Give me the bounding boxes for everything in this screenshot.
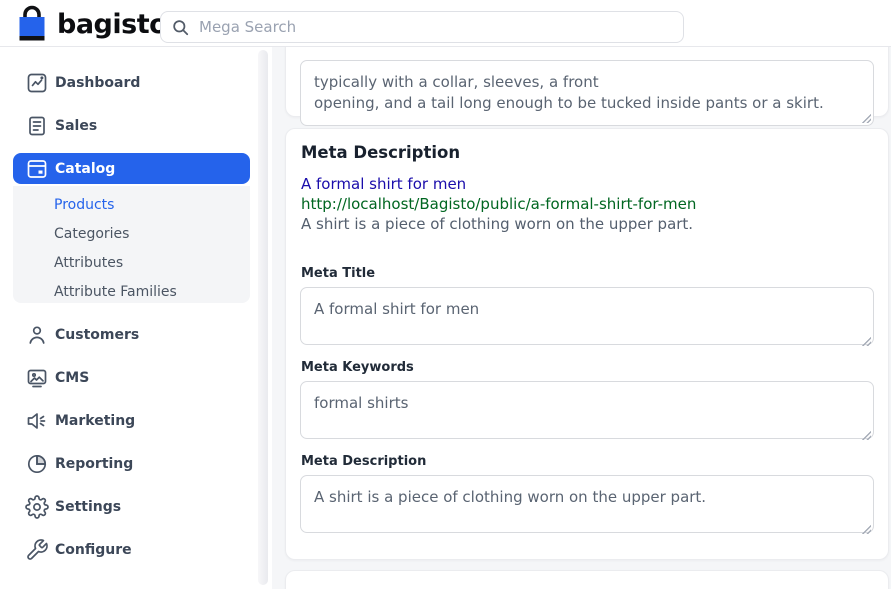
sidebar-item-label: Settings bbox=[55, 499, 121, 515]
sidebar-subitem-products[interactable]: Products bbox=[13, 191, 250, 220]
description-clipped-line: typically with a collar, sleeves, a fron… bbox=[314, 72, 860, 93]
sidebar-item-label: Reporting bbox=[55, 456, 133, 472]
top-header: bagisto bbox=[0, 0, 891, 47]
configure-wrench-icon bbox=[25, 538, 49, 562]
seo-preview-link: A formal shirt for men bbox=[301, 175, 466, 193]
sidebar-item-label: Sales bbox=[55, 118, 97, 134]
meta-keywords-input[interactable]: formal shirts bbox=[300, 381, 874, 439]
seo-preview-description: A shirt is a piece of clothing worn on t… bbox=[301, 215, 693, 233]
sidebar-scrollbar-thumb[interactable] bbox=[258, 50, 268, 585]
marketing-megaphone-icon bbox=[25, 409, 49, 433]
sidebar-item-catalog[interactable]: Catalog bbox=[13, 153, 250, 184]
sidebar-item-cms[interactable]: CMS bbox=[13, 362, 250, 393]
catalog-icon bbox=[25, 157, 49, 181]
product-edit-content: typically with a collar, sleeves, a fron… bbox=[272, 47, 891, 589]
card-title: Meta Description bbox=[301, 143, 460, 162]
bagisto-admin-window: bagisto Dashboard bbox=[0, 0, 891, 589]
sidebar-item-label: Dashboard bbox=[55, 75, 140, 91]
sidebar-item-reporting[interactable]: Reporting bbox=[13, 448, 250, 479]
meta-description-input[interactable]: A shirt is a piece of clothing worn on t… bbox=[300, 475, 874, 533]
meta-title-input[interactable]: A formal shirt for men bbox=[300, 287, 874, 345]
sidebar-subitem-categories[interactable]: Categories bbox=[13, 220, 250, 249]
search-input[interactable] bbox=[199, 18, 673, 36]
cms-icon bbox=[25, 366, 49, 390]
sidebar-nav: Dashboard Sales Catalog Produc bbox=[0, 47, 272, 589]
sidebar-item-sales[interactable]: Sales bbox=[13, 110, 250, 141]
bagisto-logo[interactable]: bagisto bbox=[14, 5, 167, 43]
meta-keywords-label: Meta Keywords bbox=[301, 360, 414, 375]
product-description-textarea[interactable]: typically with a collar, sleeves, a fron… bbox=[300, 60, 874, 126]
mega-search-box bbox=[160, 11, 684, 43]
sidebar-item-customers[interactable]: Customers bbox=[13, 319, 250, 350]
description-visible-line: opening, and a tail long enough to be tu… bbox=[314, 93, 860, 114]
catalog-submenu: Products Categories Attributes Attribute… bbox=[13, 186, 250, 303]
sidebar-item-label: Catalog bbox=[55, 161, 115, 177]
sidebar-item-settings[interactable]: Settings bbox=[13, 491, 250, 522]
dashboard-icon bbox=[25, 71, 49, 95]
sidebar-item-label: CMS bbox=[55, 370, 89, 386]
sidebar-item-marketing[interactable]: Marketing bbox=[13, 405, 250, 436]
meta-title-label: Meta Title bbox=[301, 266, 375, 281]
settings-gear-icon bbox=[25, 495, 49, 519]
next-section-card bbox=[285, 570, 889, 589]
reporting-pie-chart-icon bbox=[25, 452, 49, 476]
customers-icon bbox=[25, 323, 49, 347]
sidebar-subitem-attributes[interactable]: Attributes bbox=[13, 249, 250, 278]
seo-preview-url: http://localhost/Bagisto/public/a-formal… bbox=[301, 195, 696, 213]
logo-wordmark: bagisto bbox=[57, 9, 167, 40]
sidebar-item-label: Marketing bbox=[55, 413, 135, 429]
search-icon bbox=[171, 18, 190, 37]
sidebar-item-label: Customers bbox=[55, 327, 139, 343]
sidebar-subitem-attribute-families[interactable]: Attribute Families bbox=[13, 278, 250, 307]
sidebar-item-configure[interactable]: Configure bbox=[13, 534, 250, 565]
shopping-bag-logo-icon bbox=[14, 5, 50, 43]
sidebar-item-label: Configure bbox=[55, 542, 132, 558]
meta-description-card: Meta Description A formal shirt for men … bbox=[285, 128, 889, 560]
sales-icon bbox=[25, 114, 49, 138]
meta-description-label: Meta Description bbox=[301, 454, 426, 469]
description-card: typically with a collar, sleeves, a fron… bbox=[285, 47, 889, 117]
sidebar-item-dashboard[interactable]: Dashboard bbox=[13, 67, 250, 98]
